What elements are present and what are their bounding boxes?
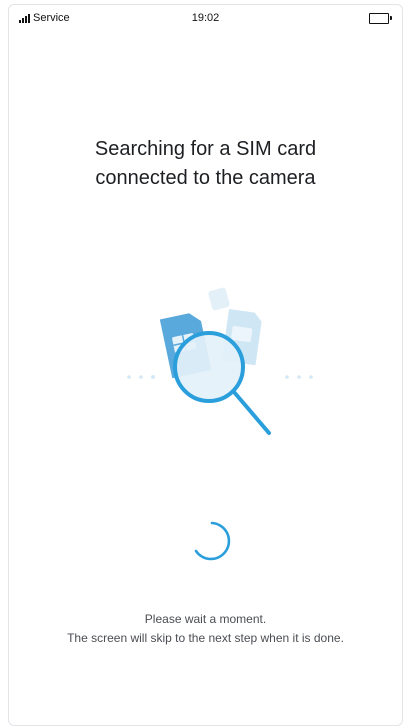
status-bar: Service 19:02 <box>9 5 402 31</box>
battery-icon <box>369 12 392 24</box>
carrier-label: Service <box>33 12 70 24</box>
wait-message: Please wait a moment. <box>144 612 267 626</box>
page-title: Searching for a SIM card connected to th… <box>9 135 402 193</box>
signal-icon <box>19 13 30 23</box>
magnifier-over-sim-cards-icon <box>127 287 313 435</box>
dotted-line-right <box>285 375 313 379</box>
phone-screen: Service 19:02 Searching for a SIM card c… <box>8 4 403 726</box>
floating-chip-icon <box>208 287 230 311</box>
page-title-line-1: Searching for a SIM card <box>94 138 317 161</box>
page-title-line-2: connected to the camera <box>95 167 316 190</box>
dotted-line-left <box>127 375 155 379</box>
skip-message: The screen will skip to the next step wh… <box>67 631 344 645</box>
status-time: 19:02 <box>191 12 220 24</box>
loading-spinner-icon <box>194 521 231 561</box>
status-left: Service <box>19 12 70 24</box>
